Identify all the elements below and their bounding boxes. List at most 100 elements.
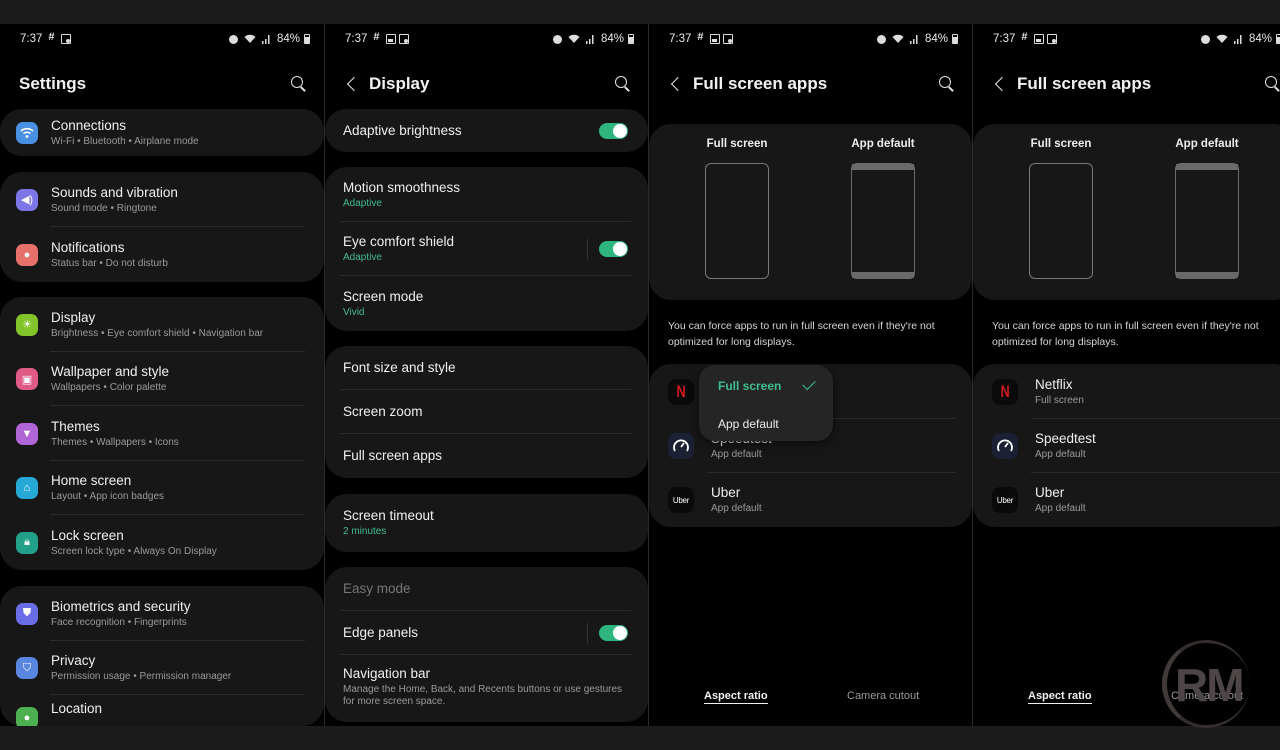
font-size-row[interactable]: Font size and style [325,346,648,390]
app-bar: Full screen apps [649,72,972,96]
battery-percent: 84% [276,33,300,45]
app-row-netflix[interactable]: N Netflix Full screen [973,364,1280,419]
app-bar: Full screen apps [973,72,1280,96]
item-title: Adaptive brightness [343,122,462,138]
phone-app-default-illustration [1175,163,1239,279]
wifi-status-icon [244,34,256,44]
preview-app-default[interactable]: App default [838,138,928,279]
wifi-icon [16,121,38,144]
eye-comfort-row[interactable]: Eye comfort shield Adaptive [325,222,648,276]
phone-full-screen-illustration [1029,163,1093,279]
search-icon[interactable] [1264,76,1280,92]
settings-item-sounds[interactable]: ◀) Sounds and vibration Sound mode • Ring… [0,172,324,227]
alarm-icon [1200,34,1210,44]
app-row-uber[interactable]: Uber Uber App default [649,473,972,527]
item-title: Wallpaper and style [51,364,170,379]
navigation-bar-row[interactable]: Navigation bar Manage the Home, Back, and… [325,655,648,719]
tab-aspect-ratio[interactable]: Aspect ratio [1028,690,1092,704]
edge-panels-toggle[interactable] [599,625,628,641]
item-title: Edge panels [343,625,419,640]
display-group-motion: Motion smoothness Adaptive Eye comfort sh… [325,167,648,331]
app-mode: App default [711,449,762,460]
preview-app-default[interactable]: App default [1162,138,1252,279]
app-row-speedtest[interactable]: Speedtest App default [973,419,1280,473]
battery-icon [628,34,634,44]
app-name: Uber [711,485,741,500]
app-mode: App default [1035,449,1086,460]
back-icon[interactable] [669,77,683,91]
search-icon[interactable] [938,76,954,92]
item-subtitle: Screen lock type • Always On Display [51,545,217,557]
screen-zoom-row[interactable]: Screen zoom [325,390,648,434]
status-time: 7:37 [993,33,1016,45]
app-name: Netflix [1035,376,1073,392]
settings-item-home-screen[interactable]: ⌂ Home screen Layout • App icon badges [0,461,324,515]
easy-mode-row[interactable]: Easy mode [325,567,648,611]
tab-camera-cutout[interactable]: Camera cutout [847,690,919,702]
top-band [0,0,1280,24]
brush-icon: ▼ [16,422,38,445]
adaptive-brightness-row[interactable]: Adaptive brightness [325,109,648,152]
slack-icon [1021,31,1031,44]
back-icon[interactable] [345,77,359,91]
item-value: 2 minutes [343,526,387,537]
bottom-tabs: Aspect ratio Camera cutout [973,690,1280,710]
settings-item-lock-screen[interactable]: 🔒︎ Lock screen Screen lock type • Always … [0,515,324,570]
netflix-icon: N [992,378,1018,405]
app-name: Speedtest [1035,431,1096,446]
battery-percent: 84% [600,33,624,45]
settings-item-display[interactable]: ☀ Display Brightness • Eye comfort shield… [0,297,324,352]
full-screen-apps-row[interactable]: Full screen apps [325,434,648,478]
popup-option-app-default[interactable]: App default [718,417,779,431]
notification-icon: ● [16,243,38,266]
settings-item-connections[interactable]: Connections Wi-Fi • Bluetooth • Airplane … [0,109,324,156]
search-icon[interactable] [290,76,306,92]
screen-mode-row[interactable]: Screen mode Vivid [325,276,648,331]
sun-icon: ☀ [16,313,38,336]
settings-item-biometrics[interactable]: ⛊ Biometrics and security Face recognitio… [0,586,324,641]
app-row-uber[interactable]: Uber Uber App default [973,473,1280,527]
popup-option-full-screen[interactable]: Full screen [718,379,781,393]
check-icon [802,376,816,391]
search-icon[interactable] [614,76,630,92]
preview-full-screen[interactable]: Full screen [1016,138,1106,279]
settings-item-privacy[interactable]: ⛉ Privacy Permission usage • Permission m… [0,641,324,695]
status-bar: 7:37 84% [345,31,634,47]
page-title: Settings [19,74,87,93]
description-text: You can force apps to run in full screen… [992,320,1259,348]
page-title: Full screen apps [693,74,828,93]
status-time: 7:37 [669,33,692,45]
app-list: N Netflix Full screen Speedtest App defaul… [973,364,1280,527]
tab-camera-cutout[interactable]: Camera cutout [1171,690,1243,702]
tab-aspect-ratio[interactable]: Aspect ratio [704,690,768,704]
motion-smoothness-row[interactable]: Motion smoothness Adaptive [325,167,648,222]
app-bar: Settings [0,72,324,96]
app-name: Uber [1035,485,1065,500]
wifi-status-icon [892,34,904,44]
item-description: Manage the Home, Back, and Recents butto… [343,684,623,707]
battery-icon [304,34,310,44]
slack-icon [48,31,58,44]
item-title: Font size and style [343,360,456,375]
netflix-icon: N [668,378,694,405]
edge-panels-row[interactable]: Edge panels [325,611,648,655]
alarm-icon [552,34,562,44]
alarm-icon [876,34,886,44]
gallery-icon [386,34,397,44]
screen-timeout-row[interactable]: Screen timeout 2 minutes [325,494,648,552]
settings-item-location[interactable]: ● Location [0,695,324,726]
mode-popup-menu: Full screen App default [699,365,833,441]
settings-item-themes[interactable]: ▼ Themes Themes • Wallpapers • Icons [0,406,324,461]
uber-icon: Uber [992,487,1018,513]
settings-item-notifications[interactable]: ● Notifications Status bar • Do not distu… [0,227,324,282]
preview-full-screen[interactable]: Full screen [692,138,782,279]
settings-item-wallpaper[interactable]: ▣ Wallpaper and style Wallpapers • Color … [0,352,324,406]
back-icon[interactable] [993,77,1007,91]
adaptive-brightness-toggle[interactable] [599,122,628,139]
speedtest-icon [668,433,694,459]
item-title: Sounds and vibration [51,184,178,200]
display-group-font: Font size and style Screen zoom Full scr… [325,346,648,478]
item-title: Screen mode [343,288,424,304]
eye-comfort-toggle[interactable] [599,241,628,257]
battery-percent: 84% [924,33,948,45]
